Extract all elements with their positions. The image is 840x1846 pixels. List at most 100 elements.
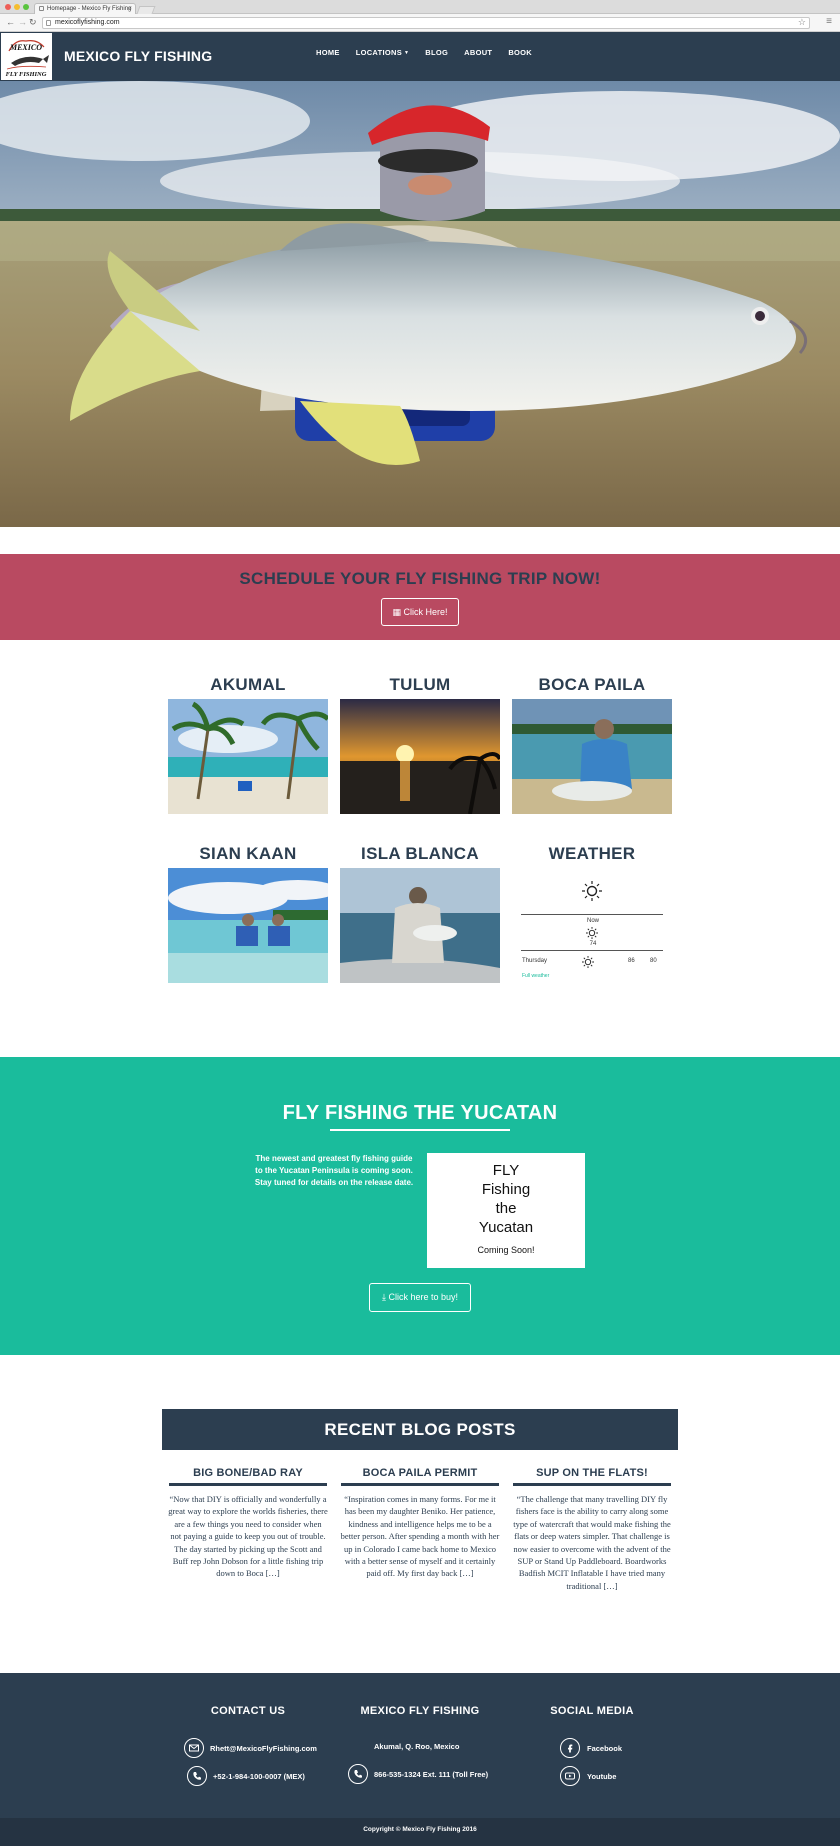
phone-icon [348, 1764, 368, 1784]
blog-post-divider [341, 1483, 499, 1486]
browser-menu-icon[interactable]: ≡ [826, 15, 832, 29]
heading-underline [330, 1129, 510, 1131]
schedule-button-label: Click Here! [403, 607, 448, 617]
sunny-icon [582, 956, 594, 968]
book-cover[interactable]: FLY Fishing the Yucatan Coming Soon! [427, 1153, 585, 1268]
book-subtitle: Coming Soon! [477, 1245, 535, 1255]
forward-icon[interactable]: → [18, 17, 27, 28]
book-title: FLY Fishing the Yucatan [427, 1161, 585, 1237]
location-title-sian-kaan[interactable]: SIAN KAAN [168, 844, 328, 864]
location-title-weather: WEATHER [548, 844, 636, 863]
nav-home[interactable]: HOME [316, 48, 340, 57]
close-tab-icon[interactable]: × [128, 4, 132, 14]
address-bar[interactable]: mexicoflyfishing.com [42, 17, 810, 29]
browser-tab[interactable]: Homepage - Mexico Fly Fishing × [34, 3, 136, 14]
buy-book-button[interactable]: ⤓ Click here to buy! [369, 1283, 471, 1312]
copyright-text: Copyright © Mexico Fly Fishing 2016 [363, 1826, 477, 1833]
weather-divider [521, 950, 663, 951]
location-image-sian-kaan[interactable] [168, 868, 328, 983]
nav-about[interactable]: ABOUT [464, 48, 492, 57]
schedule-section: SCHEDULE YOUR FLY FISHING TRIP NOW! ▦ Cl… [0, 554, 840, 640]
book-title-line: Fishing [481, 1181, 531, 1198]
schedule-button[interactable]: ▦ Click Here! [381, 598, 459, 626]
blog-post-excerpt: “Inspiration comes in many forms. For me… [340, 1494, 500, 1579]
blog-heading-banner: RECENT BLOG POSTS [162, 1409, 678, 1450]
blog-post-divider [513, 1483, 671, 1486]
blog-post-title[interactable]: BOCA PAILA PERMIT [341, 1467, 499, 1479]
weather-low-temp: 80 [650, 958, 657, 964]
chevron-down-icon: ▼ [404, 50, 410, 56]
yucatan-section: FLY FISHING THE YUCATAN The newest and g… [0, 1057, 840, 1355]
blog-post-divider [169, 1483, 327, 1486]
blog-post-title[interactable]: BIG BONE/BAD RAY [169, 1467, 327, 1479]
sunny-icon [586, 927, 598, 939]
blog-heading: RECENT BLOG POSTS [324, 1420, 516, 1439]
site-title[interactable]: MEXICO FLY FISHING [64, 48, 212, 64]
browser-tab-strip: Homepage - Mexico Fly Fishing × [0, 0, 840, 14]
browser-tab-title: Homepage - Mexico Fly Fishing [47, 6, 132, 12]
weather-now-label: Now [586, 918, 599, 924]
logo-text-bottom: FLY FISHING [6, 71, 47, 78]
facebook-icon[interactable] [560, 1738, 580, 1758]
footer-address: Akumal, Q. Roo, Mexico [374, 1742, 460, 1751]
minimize-window-icon[interactable] [14, 4, 20, 10]
phone-icon [187, 1766, 207, 1786]
main-nav: HOME LOCATIONS ▼ BLOG ABOUT BOOK [316, 48, 548, 57]
footer-email[interactable]: Rhett@MexicoFlyFishing.com [210, 1744, 317, 1753]
location-title-tulum[interactable]: TULUM [340, 675, 500, 695]
location-title-isla-blanca[interactable]: ISLA BLANCA [340, 844, 500, 864]
sunny-icon [582, 881, 602, 901]
blog-post-excerpt: “The challenge that many travelling DIY … [513, 1494, 671, 1591]
weather-high-temp: 86 [628, 958, 635, 964]
location-title-boca-paila[interactable]: BOCA PAILA [512, 675, 672, 695]
site-header: MEXICO FLY FISHING MEXICO FLY FISHING HO… [0, 32, 840, 81]
book-title-line: FLY [492, 1162, 520, 1179]
maximize-window-icon[interactable] [23, 4, 29, 10]
buy-book-button-label: Click here to buy! [388, 1292, 458, 1302]
page-favicon-icon [39, 6, 44, 11]
location-image-akumal[interactable] [168, 699, 328, 814]
nav-locations-label: LOCATIONS [355, 48, 403, 57]
hero-image [0, 81, 840, 527]
weather-forecast-day: Thursday [522, 958, 548, 964]
footer-phone-mex[interactable]: +52-1-984-100-0007 (MEX) [213, 1772, 305, 1781]
nav-locations[interactable]: LOCATIONS ▼ [356, 48, 410, 57]
bookmark-star-icon[interactable]: ☆ [798, 16, 806, 28]
location-image-isla-blanca[interactable] [340, 868, 500, 983]
page-info-icon [46, 20, 51, 26]
footer-contact-heading: CONTACT US [210, 1705, 286, 1717]
weather-divider [521, 914, 663, 915]
location-image-tulum[interactable] [340, 699, 500, 814]
weather-full-link[interactable]: Full weather [522, 973, 549, 979]
blog-post-excerpt: “Now that DIY is officially and wonderfu… [168, 1494, 328, 1579]
copyright-bar: Copyright © Mexico Fly Fishing 2016 [0, 1818, 840, 1846]
blog-post-title[interactable]: SUP ON THE FLATS! [513, 1467, 671, 1479]
weather-now-temp: 74 [589, 941, 597, 947]
book-title-line: the [495, 1200, 517, 1217]
nav-blog[interactable]: BLOG [425, 48, 448, 57]
yucatan-blurb: The newest and greatest fly fishing guid… [254, 1154, 414, 1187]
calendar-icon: ▦ [392, 607, 404, 617]
back-icon[interactable]: ← [6, 17, 15, 28]
schedule-heading: SCHEDULE YOUR FLY FISHING TRIP NOW! [239, 569, 601, 588]
footer-youtube-link[interactable]: Youtube [587, 1772, 616, 1781]
footer-phone-toll-free[interactable]: 866-535-1324 Ext. 111 (Toll Free) [374, 1770, 488, 1779]
reload-icon[interactable]: ↻ [29, 17, 37, 28]
close-window-icon[interactable] [5, 4, 11, 10]
browser-toolbar: ← → ↻ mexicoflyfishing.com ☆ ≡ [0, 14, 840, 32]
weather-widget: Now 74 Thursday 86 80 Full weather [520, 868, 666, 988]
email-icon [184, 1738, 204, 1758]
nav-book[interactable]: BOOK [508, 48, 532, 57]
logo-text-top: MEXICO [9, 43, 42, 52]
new-tab-button[interactable] [136, 6, 156, 14]
address-bar-url: mexicoflyfishing.com [55, 19, 120, 26]
location-image-boca-paila[interactable] [512, 699, 672, 814]
youtube-icon[interactable] [560, 1766, 580, 1786]
footer-facebook-link[interactable]: Facebook [587, 1744, 622, 1753]
location-title-akumal[interactable]: AKUMAL [168, 675, 328, 695]
footer-social-heading: SOCIAL MEDIA [550, 1705, 634, 1717]
site-footer: CONTACT US Rhett@MexicoFlyFishing.com +5… [0, 1673, 840, 1818]
footer-brand-heading: MEXICO FLY FISHING [360, 1705, 480, 1717]
site-logo[interactable]: MEXICO FLY FISHING [0, 32, 53, 81]
yucatan-heading: FLY FISHING THE YUCATAN [282, 1102, 558, 1124]
